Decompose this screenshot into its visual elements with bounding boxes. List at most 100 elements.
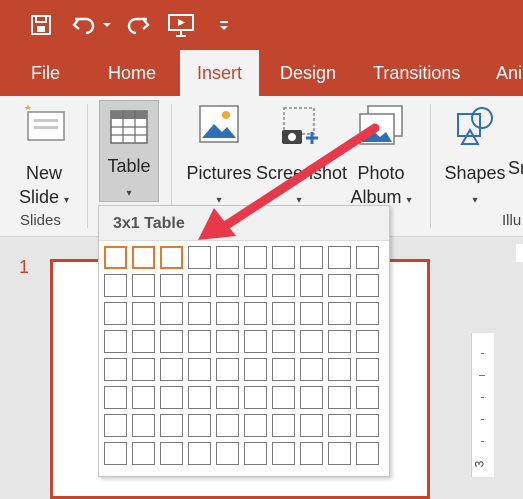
table-grid-cell[interactable] xyxy=(328,442,351,465)
start-from-beginning-icon[interactable] xyxy=(166,10,196,40)
new-slide-button[interactable]: New Slide ▾ xyxy=(12,102,76,213)
table-grid-cell[interactable] xyxy=(272,246,295,269)
smartart-button[interactable]: Sr xyxy=(508,156,523,180)
table-grid-cell[interactable] xyxy=(300,442,323,465)
table-grid-cell[interactable] xyxy=(132,302,155,325)
table-grid-cell[interactable] xyxy=(160,386,183,409)
scrollbar[interactable] xyxy=(516,244,523,262)
table-grid-cell[interactable] xyxy=(216,358,239,381)
photo-album-button[interactable]: Photo Album ▾ xyxy=(346,102,416,213)
table-grid-cell[interactable] xyxy=(188,274,211,297)
table-grid-cell[interactable] xyxy=(132,246,155,269)
save-icon[interactable] xyxy=(28,10,54,40)
table-grid-cell[interactable] xyxy=(104,442,127,465)
table-grid-cell[interactable] xyxy=(356,246,379,269)
table-grid-cell[interactable] xyxy=(272,358,295,381)
table-grid-cell[interactable] xyxy=(132,274,155,297)
table-grid-cell[interactable] xyxy=(328,246,351,269)
table-grid-cell[interactable] xyxy=(356,274,379,297)
table-grid-cell[interactable] xyxy=(356,386,379,409)
table-grid-cell[interactable] xyxy=(132,358,155,381)
shapes-button[interactable]: Shapes ▾ xyxy=(442,102,508,213)
table-grid-cell[interactable] xyxy=(104,358,127,381)
table-grid-cell[interactable] xyxy=(244,414,267,437)
table-grid-cell[interactable] xyxy=(216,386,239,409)
tab-design[interactable]: Design xyxy=(280,50,336,96)
table-grid-cell[interactable] xyxy=(104,302,127,325)
table-grid-cell[interactable] xyxy=(272,302,295,325)
table-grid-cell[interactable] xyxy=(272,274,295,297)
table-grid-cell[interactable] xyxy=(300,358,323,381)
table-grid-cell[interactable] xyxy=(328,330,351,353)
pictures-button[interactable]: Pictures ▾ xyxy=(183,102,255,213)
tab-animations[interactable]: Ani xyxy=(496,50,522,96)
table-grid-cell[interactable] xyxy=(272,442,295,465)
table-grid-cell[interactable] xyxy=(272,386,295,409)
table-grid-cell[interactable] xyxy=(132,330,155,353)
table-grid-cell[interactable] xyxy=(328,302,351,325)
table-grid-cell[interactable] xyxy=(272,330,295,353)
table-grid-cell[interactable] xyxy=(244,302,267,325)
table-grid-cell[interactable] xyxy=(244,442,267,465)
table-grid-cell[interactable] xyxy=(216,246,239,269)
table-grid-cell[interactable] xyxy=(188,330,211,353)
table-grid-cell[interactable] xyxy=(132,386,155,409)
table-grid-cell[interactable] xyxy=(188,442,211,465)
table-grid-cell[interactable] xyxy=(104,330,127,353)
table-grid-cell[interactable] xyxy=(104,274,127,297)
table-grid-cell[interactable] xyxy=(132,442,155,465)
table-grid-cell[interactable] xyxy=(104,386,127,409)
table-grid-cell[interactable] xyxy=(188,302,211,325)
table-grid-cell[interactable] xyxy=(160,302,183,325)
table-grid-cell[interactable] xyxy=(160,414,183,437)
table-grid-cell[interactable] xyxy=(300,302,323,325)
table-grid-cell[interactable] xyxy=(328,386,351,409)
table-grid-cell[interactable] xyxy=(300,386,323,409)
table-grid-cell[interactable] xyxy=(188,414,211,437)
tab-file[interactable]: File xyxy=(31,50,60,96)
table-grid-cell[interactable] xyxy=(244,358,267,381)
table-grid-cell[interactable] xyxy=(356,442,379,465)
table-grid-cell[interactable] xyxy=(328,358,351,381)
table-grid-cell[interactable] xyxy=(160,246,183,269)
undo-dropdown-icon[interactable] xyxy=(100,10,114,40)
table-grid-cell[interactable] xyxy=(160,330,183,353)
table-grid-cell[interactable] xyxy=(356,358,379,381)
table-grid-cell[interactable] xyxy=(104,246,127,269)
table-grid-cell[interactable] xyxy=(356,330,379,353)
table-grid-cell[interactable] xyxy=(188,246,211,269)
tab-transitions[interactable]: Transitions xyxy=(373,50,460,96)
table-grid-cell[interactable] xyxy=(216,302,239,325)
table-grid-cell[interactable] xyxy=(328,414,351,437)
table-grid-cell[interactable] xyxy=(300,246,323,269)
table-grid-cell[interactable] xyxy=(216,442,239,465)
table-grid-cell[interactable] xyxy=(188,358,211,381)
table-grid-cell[interactable] xyxy=(132,414,155,437)
table-grid-cell[interactable] xyxy=(216,330,239,353)
table-grid-cell[interactable] xyxy=(104,414,127,437)
table-button[interactable]: Table ▾ xyxy=(99,100,159,202)
table-grid-cell[interactable] xyxy=(300,274,323,297)
customize-qat-icon[interactable] xyxy=(216,10,232,40)
table-grid-cell[interactable] xyxy=(356,414,379,437)
screenshot-button[interactable]: Screenshot ▾ xyxy=(256,102,347,213)
table-grid-cell[interactable] xyxy=(244,330,267,353)
table-grid-cell[interactable] xyxy=(216,414,239,437)
table-grid-cell[interactable] xyxy=(244,274,267,297)
table-grid-cell[interactable] xyxy=(356,302,379,325)
table-grid-cell[interactable] xyxy=(244,246,267,269)
table-grid-cell[interactable] xyxy=(244,386,267,409)
table-grid-cell[interactable] xyxy=(160,358,183,381)
table-grid-cell[interactable] xyxy=(300,414,323,437)
table-grid-cell[interactable] xyxy=(300,330,323,353)
table-grid-cell[interactable] xyxy=(328,274,351,297)
tab-insert[interactable]: Insert xyxy=(180,50,259,96)
undo-icon[interactable] xyxy=(70,10,98,40)
table-grid-cell[interactable] xyxy=(216,274,239,297)
table-grid-cell[interactable] xyxy=(160,274,183,297)
table-grid-cell[interactable] xyxy=(160,442,183,465)
tab-home[interactable]: Home xyxy=(108,50,156,96)
redo-icon[interactable] xyxy=(124,10,152,40)
table-grid-cell[interactable] xyxy=(272,414,295,437)
table-grid-cell[interactable] xyxy=(188,386,211,409)
